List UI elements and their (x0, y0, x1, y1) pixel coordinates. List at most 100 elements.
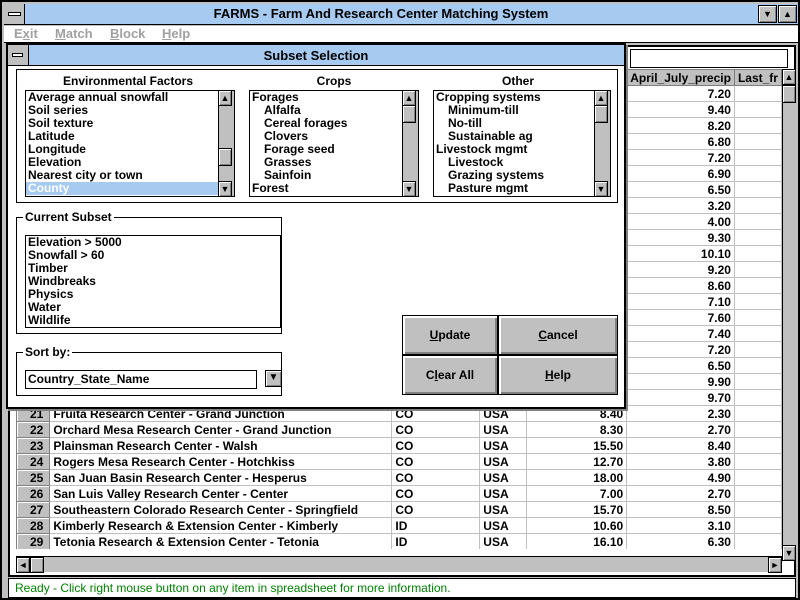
april-july-precip-cell[interactable]: 3.10 (626, 517, 735, 534)
column-header-april-july-precip[interactable]: April_July_precip (626, 69, 735, 86)
last-frost-cell[interactable] (733, 133, 782, 150)
row-number[interactable]: 27 (16, 501, 51, 518)
april-july-precip-cell[interactable]: 7.20 (626, 149, 735, 166)
april-july-precip-cell[interactable]: 4.00 (626, 213, 735, 230)
vertical-scrollbar[interactable]: ▲ ▼ (782, 69, 796, 561)
table-row[interactable]: 23 Plainsman Research Center - Walsh CO USA… (16, 437, 782, 454)
table-row[interactable]: 25 San Juan Basin Research Center - Hespe… (16, 469, 782, 486)
sort-by-field[interactable]: Country_State_Name (25, 370, 257, 389)
scroll-thumb[interactable] (594, 105, 608, 123)
maximize-button[interactable]: ▲ (778, 5, 797, 23)
april-july-precip-cell[interactable]: 6.50 (626, 181, 735, 198)
scroll-down-button[interactable]: ▼ (594, 181, 608, 196)
environmental-list-scrollbar[interactable]: ▲ ▼ (218, 91, 234, 196)
april-july-precip-cell[interactable]: 8.40 (626, 437, 735, 454)
last-frost-cell[interactable] (733, 85, 782, 102)
april-july-precip-cell[interactable]: 2.70 (626, 421, 735, 438)
country-cell[interactable]: USA (479, 469, 528, 486)
annual-precip-cell[interactable]: 16.10 (526, 533, 628, 549)
april-july-precip-cell[interactable]: 8.60 (626, 277, 735, 294)
last-frost-cell[interactable] (733, 341, 782, 358)
last-frost-cell[interactable] (733, 181, 782, 198)
row-number[interactable]: 26 (16, 485, 51, 502)
scroll-down-button[interactable]: ▼ (402, 181, 416, 196)
april-july-precip-cell[interactable]: 4.90 (626, 469, 735, 486)
last-frost-cell[interactable] (733, 325, 782, 342)
crops-list-scrollbar[interactable]: ▲ ▼ (402, 91, 418, 196)
menu-block[interactable]: Block (110, 26, 145, 41)
crops-list[interactable]: Forages Alfalfa Cereal forages Clovers Forag… (249, 90, 419, 197)
scroll-up-button[interactable]: ▲ (218, 91, 232, 106)
last-frost-cell[interactable] (733, 197, 782, 214)
country-cell[interactable]: USA (479, 485, 528, 502)
scroll-thumb[interactable] (218, 148, 232, 166)
last-frost-cell[interactable] (733, 261, 782, 278)
annual-precip-cell[interactable]: 18.00 (526, 469, 628, 486)
april-july-precip-cell[interactable]: 8.50 (626, 501, 735, 518)
name-cell[interactable]: San Luis Valley Research Center - Center (49, 485, 393, 502)
cancel-button[interactable]: Cancel (498, 315, 618, 355)
update-button[interactable]: Update (402, 315, 498, 355)
name-cell[interactable]: Plainsman Research Center - Walsh (49, 437, 393, 454)
april-july-precip-cell[interactable]: 10.10 (626, 245, 735, 262)
table-row[interactable]: 27 Southeastern Colorado Research Center … (16, 501, 782, 518)
state-cell[interactable]: ID (391, 517, 481, 534)
last-frost-cell[interactable] (733, 389, 782, 406)
state-cell[interactable]: CO (391, 501, 481, 518)
menu-exit[interactable]: Exit (14, 26, 38, 41)
row-number[interactable]: 22 (16, 421, 51, 438)
list-item[interactable]: Forest (250, 182, 418, 195)
annual-precip-cell[interactable]: 12.70 (526, 453, 628, 470)
name-cell[interactable]: San Juan Basin Research Center - Hesperu… (49, 469, 393, 486)
last-frost-cell[interactable] (733, 453, 782, 470)
state-cell[interactable]: CO (391, 453, 481, 470)
last-frost-cell[interactable] (733, 277, 782, 294)
last-frost-cell[interactable] (733, 357, 782, 374)
subset-item[interactable]: Wildlife (26, 314, 280, 327)
scroll-thumb[interactable] (402, 105, 416, 123)
current-subset-list[interactable]: Elevation > 5000 Snowfall > 60 Timber Windb… (25, 235, 281, 328)
last-frost-cell[interactable] (733, 309, 782, 326)
april-july-precip-cell[interactable]: 7.20 (626, 341, 735, 358)
last-frost-cell[interactable] (733, 517, 782, 534)
last-frost-cell[interactable] (733, 501, 782, 518)
last-frost-cell[interactable] (733, 165, 782, 182)
april-july-precip-cell[interactable]: 9.70 (626, 389, 735, 406)
environmental-factors-list[interactable]: Average annual snowfall Soil series Soil t… (25, 90, 235, 197)
sort-by-dropdown-button[interactable]: ▼ (265, 370, 282, 387)
scroll-up-button[interactable]: ▲ (402, 91, 416, 106)
april-july-precip-cell[interactable]: 9.40 (626, 101, 735, 118)
table-row[interactable]: 28 Kimberly Research & Extension Center -… (16, 517, 782, 534)
row-number[interactable]: 29 (16, 533, 51, 549)
annual-precip-cell[interactable]: 10.60 (526, 517, 628, 534)
scroll-down-button[interactable]: ▼ (782, 545, 796, 561)
country-cell[interactable]: USA (479, 421, 528, 438)
name-cell[interactable]: Tetonia Research & Extension Center - Te… (49, 533, 393, 549)
april-july-precip-cell[interactable]: 9.90 (626, 373, 735, 390)
april-july-precip-cell[interactable]: 7.40 (626, 325, 735, 342)
annual-precip-cell[interactable]: 15.50 (526, 437, 628, 454)
scroll-left-button[interactable]: ◄ (16, 557, 30, 573)
april-july-precip-cell[interactable]: 7.10 (626, 293, 735, 310)
april-july-precip-cell[interactable]: 2.70 (626, 485, 735, 502)
april-july-precip-cell[interactable]: 3.20 (626, 197, 735, 214)
vertical-scroll-thumb[interactable] (782, 85, 796, 103)
state-cell[interactable]: CO (391, 437, 481, 454)
last-frost-cell[interactable] (733, 293, 782, 310)
table-row[interactable]: 26 San Luis Valley Research Center - Cent… (16, 485, 782, 502)
april-july-precip-cell[interactable]: 6.80 (626, 133, 735, 150)
row-number[interactable]: 24 (16, 453, 51, 470)
other-list[interactable]: Cropping systems Minimum-till No-till Susta… (433, 90, 611, 197)
row-number[interactable]: 25 (16, 469, 51, 486)
menu-help[interactable]: Help (162, 26, 190, 41)
clear-all-button[interactable]: Clear All (402, 355, 498, 395)
last-frost-cell[interactable] (733, 533, 782, 549)
cell-edit-box[interactable] (630, 49, 788, 68)
scroll-down-button[interactable]: ▼ (218, 181, 232, 196)
last-frost-cell[interactable] (733, 405, 782, 422)
row-number[interactable]: 28 (16, 517, 51, 534)
last-frost-cell[interactable] (733, 485, 782, 502)
scroll-up-button[interactable]: ▲ (594, 91, 608, 106)
last-frost-cell[interactable] (733, 245, 782, 262)
row-number[interactable]: 23 (16, 437, 51, 454)
